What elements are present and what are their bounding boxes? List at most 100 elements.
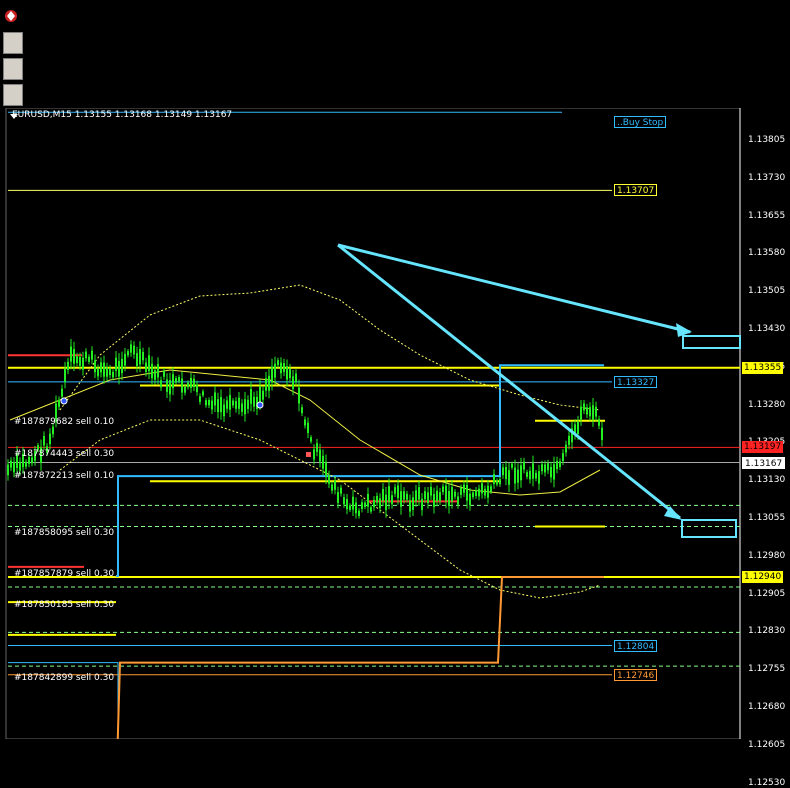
price-chart[interactable]	[5, 108, 790, 739]
candle-body	[97, 368, 99, 377]
candle-body	[217, 399, 219, 413]
candle-body	[49, 433, 51, 445]
app-logo-icon	[0, 6, 22, 26]
order-label[interactable]: #187857879 sell 0.30	[14, 569, 114, 579]
candle-body	[550, 467, 552, 478]
candle-body	[487, 485, 489, 498]
candle-body	[52, 426, 54, 435]
candle-body	[148, 355, 150, 372]
candle-body	[397, 485, 399, 499]
candle-body	[79, 357, 81, 366]
candle-body	[352, 496, 354, 510]
chart-canvas[interactable]	[5, 108, 790, 739]
candle-body	[118, 360, 120, 377]
candle-body	[136, 353, 138, 367]
objects-button[interactable]	[3, 58, 23, 80]
candle-body	[583, 403, 585, 411]
candle-body	[289, 368, 291, 379]
candle-body	[334, 480, 336, 490]
candle-body	[229, 395, 231, 410]
candle-body	[67, 361, 69, 371]
indicators-button[interactable]	[3, 84, 23, 106]
candle-body	[601, 427, 603, 441]
candle-body	[517, 469, 519, 483]
candle-body	[274, 363, 276, 378]
candle-body	[544, 464, 546, 473]
candle-body	[43, 436, 45, 446]
candle-body	[295, 373, 297, 382]
candle-body	[154, 370, 156, 380]
candle-body	[451, 487, 453, 502]
candle-body	[556, 460, 558, 470]
object-marker	[306, 452, 311, 457]
target-box	[682, 335, 741, 349]
axis-tick: 1.13280	[748, 399, 786, 410]
target-box	[681, 519, 737, 538]
candle-body	[400, 491, 402, 507]
candle-body	[598, 419, 600, 426]
price-label: 1.12940	[742, 570, 784, 583]
candle-body	[142, 351, 144, 361]
candle-body	[436, 490, 438, 502]
candle-body	[250, 389, 252, 404]
candle-body	[559, 461, 561, 468]
candle-body	[166, 379, 168, 392]
candle-body	[355, 502, 357, 514]
order-label[interactable]: #187874443 sell 0.30	[14, 449, 114, 459]
candle-body	[592, 405, 594, 420]
candle-body	[490, 486, 492, 492]
candle-body	[541, 464, 543, 472]
candle-body	[430, 486, 432, 496]
candle-body	[277, 360, 279, 366]
blue-step-line	[116, 364, 604, 577]
candle-body	[394, 487, 396, 494]
candle-body	[190, 377, 192, 388]
candle-body	[100, 362, 102, 373]
order-label[interactable]: #187858095 sell 0.30	[14, 528, 114, 538]
candle-body	[172, 374, 174, 389]
candle-body	[157, 363, 159, 378]
candle-body	[412, 497, 414, 510]
candle-body	[58, 399, 60, 407]
candle-body	[103, 362, 105, 377]
candle-body	[19, 461, 21, 471]
candle-body	[457, 496, 459, 505]
order-label[interactable]: #187879682 sell 0.10	[14, 417, 114, 427]
candle-body	[337, 492, 339, 503]
candle-body	[442, 486, 444, 493]
order-label[interactable]: #187872213 sell 0.10	[14, 471, 114, 481]
candle-body	[10, 460, 12, 468]
candle-body	[532, 463, 534, 479]
candle-body	[565, 444, 567, 453]
price-label: 1.13197	[742, 441, 784, 454]
candle-body	[376, 495, 378, 503]
candle-body	[577, 421, 579, 435]
candle-body	[280, 362, 282, 374]
order-label[interactable]: #187842899 sell 0.30	[14, 673, 114, 683]
chart-header: EURUSD,M15 1.13155 1.13168 1.13149 1.131…	[12, 110, 233, 120]
candle-body	[415, 490, 417, 502]
candle-body	[466, 484, 468, 501]
candle-body	[331, 484, 333, 491]
candle-body	[271, 366, 273, 383]
price-label: 1.12746	[614, 668, 658, 681]
candle-body	[439, 492, 441, 501]
candle-body	[478, 488, 480, 497]
candle-body	[88, 356, 90, 362]
order-label[interactable]: #187850185 sell 0.30	[14, 600, 114, 610]
axis-tick: 1.13655	[748, 210, 786, 221]
candle-body	[553, 464, 555, 480]
candle-body	[508, 470, 510, 485]
candle-body	[538, 471, 540, 484]
candle-body	[595, 406, 597, 417]
candle-body	[496, 480, 498, 485]
candle-body	[472, 492, 474, 498]
axis-tick: 1.13130	[748, 475, 786, 486]
candle-body	[265, 378, 267, 391]
candle-body	[511, 463, 513, 468]
candle-body	[301, 407, 303, 414]
candle-body	[385, 494, 387, 511]
candle-body	[322, 455, 324, 469]
candle-body	[568, 435, 570, 445]
templates-button[interactable]	[3, 32, 23, 54]
